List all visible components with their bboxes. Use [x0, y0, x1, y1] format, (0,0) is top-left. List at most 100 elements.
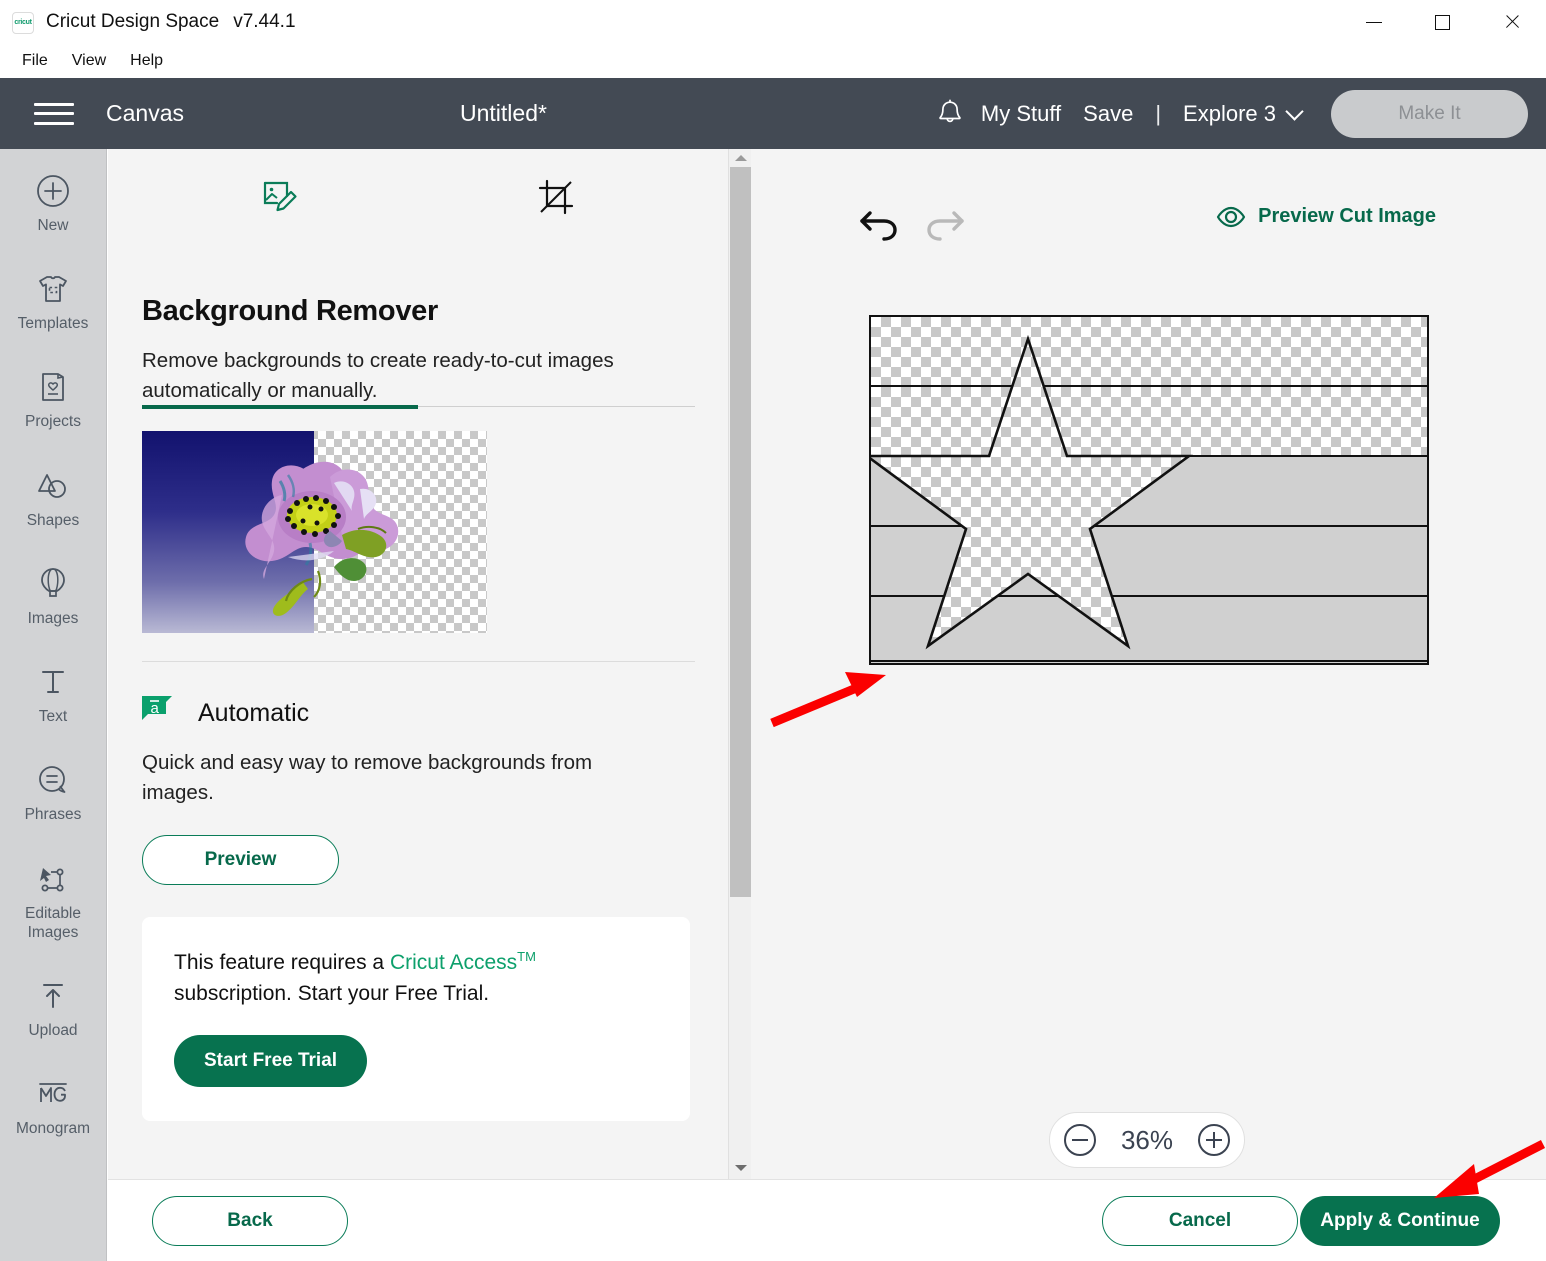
- project-title[interactable]: Untitled*: [460, 100, 547, 127]
- sidebar-item-editable-images[interactable]: Editable Images: [0, 859, 107, 942]
- plus-circle-icon: [35, 171, 71, 211]
- sidebar-item-monogram[interactable]: Monogram: [0, 1074, 107, 1138]
- apply-and-continue-button[interactable]: Apply & Continue: [1300, 1195, 1500, 1246]
- tab-background-remover[interactable]: [142, 179, 418, 249]
- minimize-button[interactable]: [1339, 0, 1408, 44]
- crop-icon: [538, 179, 574, 220]
- close-button[interactable]: [1477, 0, 1546, 44]
- cricut-access-card: This feature requires a Cricut AccessTM …: [142, 917, 690, 1122]
- flag-stripe-4: [871, 527, 1427, 597]
- tshirt-icon: [35, 269, 71, 309]
- canvas-toolbar: Preview Cut Image: [752, 201, 1546, 253]
- flag-stripe-5: [871, 597, 1427, 662]
- card-heart-icon: [37, 367, 69, 407]
- monogram-icon: [35, 1074, 71, 1114]
- menu-bar: File View Help: [0, 44, 1546, 78]
- flag-stripe-1: [871, 317, 1427, 387]
- automatic-label: Automatic: [198, 698, 310, 727]
- page-title: Background Remover: [142, 295, 438, 327]
- speech-bubble-icon: [36, 760, 70, 800]
- sidebar-item-images[interactable]: Images: [0, 564, 107, 628]
- cancel-button[interactable]: Cancel: [1102, 1195, 1298, 1246]
- undo-button[interactable]: [856, 201, 908, 249]
- zoom-control: 36%: [1049, 1112, 1245, 1168]
- navbar-right-group: My Stuff Save | Explore 3 Make It: [937, 78, 1546, 149]
- machine-selector[interactable]: Explore 3: [1183, 100, 1304, 127]
- panel-body: Background Remover Remove backgrounds to…: [108, 295, 752, 1122]
- preview-cut-image-label: Preview Cut Image: [1258, 205, 1436, 227]
- upload-arrow-icon: [38, 976, 68, 1016]
- flower-illustration: [245, 461, 399, 616]
- zoom-out-button[interactable]: [1064, 1124, 1096, 1156]
- hamburger-menu-icon[interactable]: [34, 100, 74, 128]
- menu-item-view[interactable]: View: [60, 49, 118, 73]
- sidebar-item-templates[interactable]: Templates: [0, 269, 107, 333]
- sidebar-label-projects: Projects: [25, 413, 81, 431]
- flag-with-star-artwork[interactable]: [869, 315, 1429, 665]
- zoom-in-button[interactable]: [1198, 1124, 1230, 1156]
- panel-scrollbar[interactable]: [728, 149, 751, 1179]
- sidebar-item-upload[interactable]: Upload: [0, 976, 107, 1040]
- svg-text:a: a: [151, 700, 160, 717]
- nav-my-stuff[interactable]: My Stuff: [981, 101, 1061, 127]
- tab-crop[interactable]: [418, 179, 694, 249]
- menu-item-help[interactable]: Help: [118, 49, 175, 73]
- panel-tabs: [142, 149, 718, 259]
- sidebar-label-upload: Upload: [28, 1021, 78, 1039]
- sidebar-item-new[interactable]: New: [0, 171, 107, 235]
- sidebar-label-images: Images: [27, 609, 79, 627]
- panel-divider: [142, 661, 695, 663]
- zoom-level: 36%: [1120, 1124, 1174, 1155]
- notification-bell-icon[interactable]: [937, 98, 963, 129]
- sidebar-item-shapes[interactable]: Shapes: [0, 466, 107, 530]
- redo-button[interactable]: [918, 201, 970, 249]
- hot-air-balloon-icon: [38, 564, 68, 604]
- automatic-description: Quick and easy way to remove backgrounds…: [142, 751, 593, 804]
- editable-images-icon: [36, 859, 70, 899]
- sidebar-label-monogram: Monogram: [15, 1120, 91, 1138]
- sidebar-item-text[interactable]: Text: [0, 662, 107, 726]
- scroll-down-arrow-icon[interactable]: [729, 1159, 752, 1177]
- chevron-down-icon: [1285, 101, 1304, 121]
- nav-canvas-label[interactable]: Canvas: [106, 100, 184, 127]
- sidebar-item-phrases[interactable]: Phrases: [0, 760, 107, 824]
- cricut-logo-icon: cricut: [12, 11, 34, 34]
- window-controls: [1339, 0, 1546, 44]
- preview-button[interactable]: Preview: [142, 835, 339, 886]
- nav-save[interactable]: Save: [1083, 101, 1133, 127]
- scrollbar-thumb[interactable]: [730, 167, 751, 897]
- background-remover-panel: Background Remover Remove backgrounds to…: [108, 149, 753, 1179]
- back-button[interactable]: Back: [152, 1195, 348, 1246]
- cricut-access-link[interactable]: Cricut Access: [390, 951, 517, 974]
- start-free-trial-button[interactable]: Start Free Trial: [174, 1035, 368, 1088]
- sidebar-label-shapes: Shapes: [26, 511, 80, 529]
- automatic-badge-icon: a: [142, 696, 176, 730]
- scroll-up-arrow-icon[interactable]: [729, 149, 752, 167]
- left-tool-rail: New Templates Projects Shapes Images Tex…: [0, 149, 107, 1261]
- canvas-preview-area: Preview Cut Image 36%: [752, 149, 1546, 1179]
- window-titlebar: cricut Cricut Design Space v7.44.1: [0, 0, 1546, 44]
- maximize-button[interactable]: [1408, 0, 1477, 44]
- app-navbar: Canvas Untitled* My Stuff Save | Explore…: [0, 78, 1546, 149]
- trademark-symbol: TM: [517, 949, 536, 965]
- nav-separator: |: [1155, 100, 1162, 126]
- menu-item-file[interactable]: File: [10, 49, 60, 73]
- sidebar-label-templates: Templates: [17, 315, 89, 333]
- image-edit-icon: [261, 179, 299, 220]
- machine-name: Explore 3: [1183, 100, 1276, 126]
- flag-stripe-3: [871, 457, 1427, 527]
- make-it-button[interactable]: Make It: [1331, 89, 1528, 138]
- eye-icon: [1216, 206, 1246, 228]
- sidebar-item-projects[interactable]: Projects: [0, 367, 107, 431]
- access-text-part1: This feature requires a: [174, 951, 390, 975]
- sidebar-label-phrases: Phrases: [24, 806, 82, 824]
- automatic-header-row: a Automatic: [142, 696, 718, 730]
- panel-description: Remove backgrounds to create ready-to-cu…: [142, 349, 614, 402]
- shapes-icon: [34, 466, 72, 506]
- sidebar-label-editable-images: Editable Images: [24, 904, 81, 941]
- app-version: v7.44.1: [233, 11, 296, 32]
- text-t-icon: [37, 662, 69, 702]
- preview-cut-image-button[interactable]: Preview Cut Image: [1216, 205, 1436, 228]
- flag-stripe-2: [871, 387, 1427, 457]
- access-card-text: This feature requires a Cricut AccessTM …: [174, 947, 658, 1009]
